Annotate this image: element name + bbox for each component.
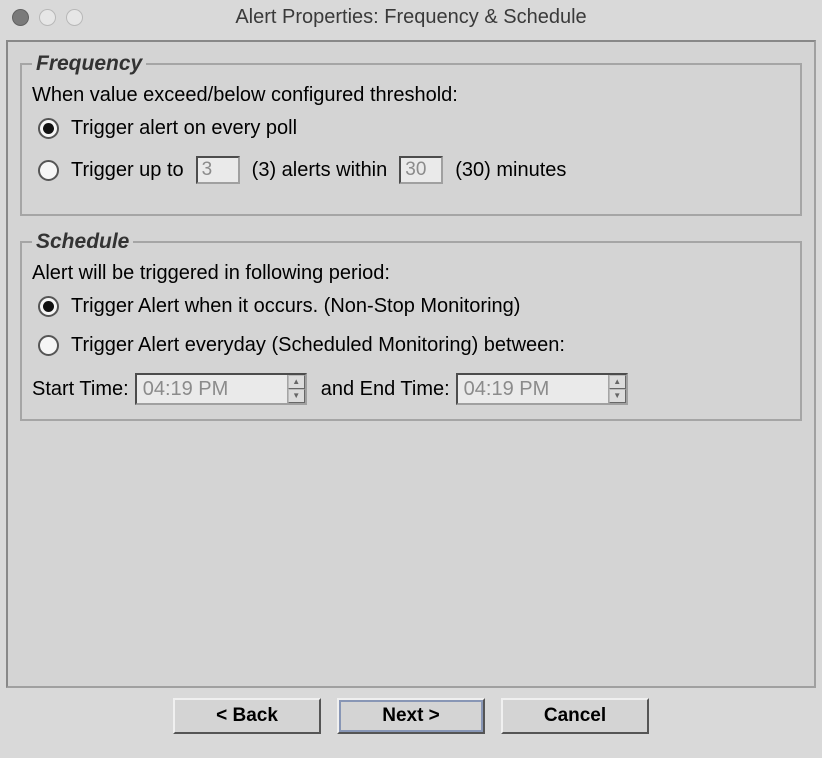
minimize-icon[interactable] xyxy=(39,9,56,26)
chevron-down-icon[interactable]: ▼ xyxy=(609,389,626,403)
frequency-legend: Frequency xyxy=(32,52,146,76)
schedule-legend: Schedule xyxy=(32,230,133,254)
chevron-up-icon[interactable]: ▲ xyxy=(609,375,626,389)
radio-label-pre: Trigger up to xyxy=(71,159,184,182)
window-title: Alert Properties: Frequency & Schedule xyxy=(0,6,822,29)
spinner-buttons: ▲ ▼ xyxy=(608,375,626,403)
frequency-desc: When value exceed/below configured thres… xyxy=(32,84,790,107)
frequency-group: Frequency When value exceed/below config… xyxy=(20,52,802,216)
schedule-group: Schedule Alert will be triggered in foll… xyxy=(20,230,802,421)
footer-buttons: < Back Next > Cancel xyxy=(0,698,822,734)
radio-nonstop-monitoring[interactable]: Trigger Alert when it occurs. (Non-Stop … xyxy=(38,295,790,318)
end-time-label: and End Time: xyxy=(321,378,450,401)
radio-label-post: (30) minutes xyxy=(455,159,566,182)
maximize-icon[interactable] xyxy=(66,9,83,26)
next-button[interactable]: Next > xyxy=(337,698,485,734)
chevron-up-icon[interactable]: ▲ xyxy=(288,375,305,389)
window-controls xyxy=(12,9,83,26)
spinner-buttons: ▲ ▼ xyxy=(287,375,305,403)
end-time-spinner[interactable]: ▲ ▼ xyxy=(456,373,628,405)
chevron-down-icon[interactable]: ▼ xyxy=(288,389,305,403)
radio-icon xyxy=(38,296,59,317)
start-time-spinner[interactable]: ▲ ▼ xyxy=(135,373,307,405)
end-time-input[interactable] xyxy=(458,375,608,403)
schedule-desc: Alert will be triggered in following per… xyxy=(32,262,790,285)
time-row: Start Time: ▲ ▼ and End Time: ▲ ▼ xyxy=(32,373,790,405)
radio-icon xyxy=(38,335,59,356)
radio-scheduled-monitoring[interactable]: Trigger Alert everyday (Scheduled Monito… xyxy=(38,334,790,357)
cancel-button[interactable]: Cancel xyxy=(501,698,649,734)
radio-icon xyxy=(38,118,59,139)
radio-label: Trigger alert on every poll xyxy=(71,117,297,140)
radio-trigger-up-to[interactable]: Trigger up to (3) alerts within (30) min… xyxy=(38,156,790,184)
titlebar: Alert Properties: Frequency & Schedule xyxy=(0,0,822,34)
content-frame: Frequency When value exceed/below config… xyxy=(6,40,816,688)
radio-trigger-every-poll[interactable]: Trigger alert on every poll xyxy=(38,117,790,140)
close-icon[interactable] xyxy=(12,9,29,26)
radio-label: Trigger Alert everyday (Scheduled Monito… xyxy=(71,334,565,357)
radio-label: Trigger Alert when it occurs. (Non-Stop … xyxy=(71,295,520,318)
start-time-label: Start Time: xyxy=(32,378,129,401)
radio-label-mid: (3) alerts within xyxy=(252,159,388,182)
start-time-input[interactable] xyxy=(137,375,287,403)
radio-icon xyxy=(38,160,59,181)
back-button[interactable]: < Back xyxy=(173,698,321,734)
minutes-input[interactable] xyxy=(399,156,443,184)
alerts-count-input[interactable] xyxy=(196,156,240,184)
